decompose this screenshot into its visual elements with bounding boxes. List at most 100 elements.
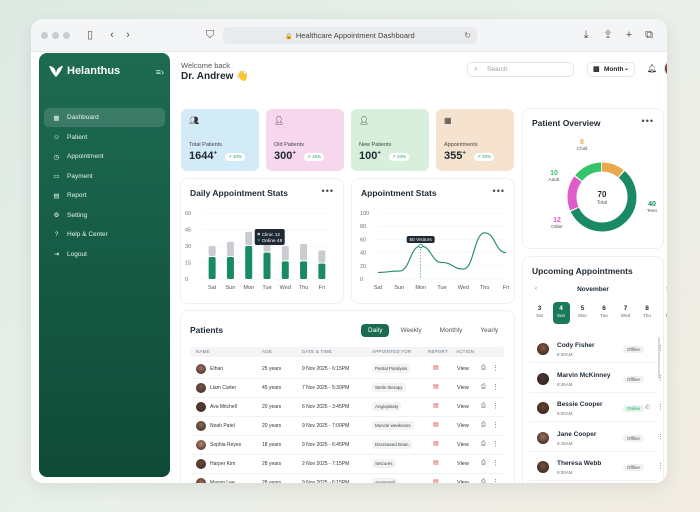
sidebar-item-payment[interactable]: ▭ Payment: [44, 167, 165, 186]
calendar-day[interactable]: 5 Mon: [574, 302, 591, 324]
sidebar-item-report[interactable]: ▤ Report: [44, 186, 165, 205]
bar-online[interactable]: [245, 246, 253, 279]
more-vertical-icon[interactable]: ⋮: [492, 402, 499, 410]
calendar-day[interactable]: 8 Thu: [639, 302, 656, 324]
tabs-icon[interactable]: ⧉: [642, 28, 656, 42]
more-vertical-icon[interactable]: ⋮: [657, 433, 664, 441]
appointment-item[interactable]: Bessie Cooper 9:00AM Online ✆ ⋮: [529, 394, 664, 422]
bar-online[interactable]: [226, 257, 234, 279]
period-dropdown[interactable]: ▦ Month ⌄: [587, 62, 635, 77]
view-button[interactable]: View: [457, 366, 469, 372]
pdf-report-icon[interactable]: ▤: [433, 421, 439, 428]
more-vertical-icon[interactable]: ⋮: [492, 421, 499, 429]
collapse-menu-icon[interactable]: ≡›: [156, 67, 164, 77]
calendar-day[interactable]: 3 Sat: [531, 302, 548, 324]
print-icon[interactable]: ⎙: [481, 479, 486, 483]
more-vertical-icon[interactable]: ⋮: [657, 344, 664, 352]
view-button[interactable]: View: [457, 385, 469, 391]
print-icon[interactable]: ⎙: [481, 441, 486, 448]
sidebar-item-patient[interactable]: ☺ Patient: [44, 128, 165, 147]
stat-card-new-patients[interactable]: 👤︎ New Patients 100+ ↗ 24%: [351, 109, 429, 171]
table-row[interactable]: Ethan 25 years 9 Nov 2025 - 6:15PM Partial …: [190, 360, 504, 379]
window-minimize-dot[interactable]: [52, 32, 59, 39]
stat-card-appointments[interactable]: ▦ Appointments 355+ ↗ 10%: [436, 109, 514, 171]
tab-daily[interactable]: Daily: [361, 324, 390, 337]
print-icon[interactable]: ⎙: [481, 365, 486, 372]
bar-clinic[interactable]: [318, 250, 326, 263]
pdf-report-icon[interactable]: ▤: [433, 383, 439, 390]
table-row[interactable]: Harper Kim 28 years 2 Nov 2025 - 7:15PM Sei…: [190, 455, 504, 474]
view-button[interactable]: View: [457, 480, 469, 483]
more-vertical-icon[interactable]: ⋮: [492, 478, 499, 483]
bar-clinic[interactable]: [226, 241, 234, 256]
sidebar-item-dashboard[interactable]: ▦ Dashboard: [44, 108, 165, 127]
highlight-point[interactable]: [418, 243, 423, 249]
table-row[interactable]: Liam Carter 45 years 7 Nov 2025 - 5:30PM St…: [190, 379, 504, 398]
share-icon[interactable]: ⇪: [601, 28, 615, 42]
shield-icon[interactable]: ⛉: [203, 28, 217, 42]
more-vertical-icon[interactable]: ⋮: [492, 459, 499, 467]
more-vertical-icon[interactable]: ⋮: [657, 374, 664, 382]
view-button[interactable]: View: [457, 442, 469, 448]
sidebar-item-help-center[interactable]: ? Help & Center: [44, 225, 165, 244]
bar-clinic[interactable]: [208, 246, 216, 256]
phone-icon[interactable]: ✆: [645, 404, 650, 411]
forward-icon[interactable]: ›: [121, 28, 135, 42]
view-button[interactable]: View: [457, 423, 469, 429]
calendar-day[interactable]: 7 Wed: [617, 302, 634, 324]
table-row[interactable]: Sophia Reyes 18 years 9 Nov 2025 - 6:45PM D…: [190, 436, 504, 455]
pdf-report-icon[interactable]: ▤: [433, 402, 439, 409]
bar-online[interactable]: [208, 257, 216, 279]
more-vertical-icon[interactable]: ⋮: [492, 364, 499, 372]
bar-clinic[interactable]: [281, 246, 289, 261]
window-close-dot[interactable]: [41, 32, 48, 39]
tab-yearly[interactable]: Yearly: [473, 324, 505, 337]
bar-online[interactable]: [300, 261, 308, 279]
tab-monthly[interactable]: Monthly: [433, 324, 470, 337]
pdf-report-icon[interactable]: ▤: [433, 459, 439, 466]
more-vertical-icon[interactable]: ⋮: [492, 383, 499, 391]
sidebar-item-setting[interactable]: ⚙ Setting: [44, 206, 165, 225]
bar-clinic[interactable]: [245, 231, 253, 245]
window-maximize-dot[interactable]: [63, 32, 70, 39]
appointment-item[interactable]: Cody Fisher 8:30AM Offline ⋮: [529, 335, 664, 363]
bar-online[interactable]: [318, 263, 326, 279]
print-icon[interactable]: ⎙: [481, 403, 486, 410]
tab-weekly[interactable]: Weekly: [393, 324, 428, 337]
more-vertical-icon[interactable]: ⋮: [657, 462, 664, 470]
calendar-day[interactable]: 4 Sun: [552, 302, 570, 324]
print-icon[interactable]: ⎙: [481, 460, 486, 467]
sidebar-toggle-icon[interactable]: ▯: [83, 28, 97, 42]
print-icon[interactable]: ⎙: [481, 422, 486, 429]
back-icon[interactable]: ‹: [105, 28, 119, 42]
table-row[interactable]: Mason Lee 28 years 9 Nov 2025 - 6:15PM Anos…: [190, 474, 504, 483]
sidebar-item-logout[interactable]: ⇥ Logout: [44, 245, 165, 264]
sidebar-item-appointment[interactable]: ◷ Appointment: [44, 147, 165, 166]
new-tab-icon[interactable]: +: [622, 28, 636, 42]
bar-clinic[interactable]: [300, 243, 308, 261]
stat-card-old-patients[interactable]: 👤︎ Old Patients 300+ ↗ 15%: [266, 109, 344, 171]
table-row[interactable]: Ava Mitchell 20 years 6 Nov 2025 - 3:45PM A…: [190, 398, 504, 417]
bell-icon[interactable]: 🔔︎: [647, 64, 657, 73]
view-button[interactable]: View: [457, 404, 469, 410]
more-vertical-icon[interactable]: ⋮: [492, 440, 499, 448]
appointment-item[interactable]: Jane Cooper 9:15AM Offline ⋮: [529, 424, 664, 452]
reload-icon[interactable]: ↻: [464, 27, 471, 44]
brand-logo[interactable]: Helanthus: [48, 64, 120, 78]
bar-online[interactable]: [281, 261, 289, 279]
search-input[interactable]: ⌕ Search: [467, 62, 574, 77]
print-icon[interactable]: ⎙: [481, 384, 486, 391]
more-vertical-icon[interactable]: ⋮: [657, 403, 664, 411]
view-button[interactable]: View: [457, 461, 469, 467]
stat-card-total-patients[interactable]: 👥︎ Total Patients 1644+ ↗ 10%: [181, 109, 259, 171]
next-month-icon[interactable]: ›: [666, 286, 667, 292]
appointment-item[interactable]: Guy HawkinsOnline⋮: [529, 483, 657, 484]
pdf-report-icon[interactable]: ▤: [433, 364, 439, 371]
appointment-item[interactable]: Theresa Webb 9:30AM Offline ⋮: [529, 453, 664, 481]
download-icon[interactable]: ⤓: [579, 28, 593, 42]
calendar-day[interactable]: 9Fri: [660, 302, 667, 324]
calendar-day[interactable]: 6 Tue: [596, 302, 613, 324]
bar-online[interactable]: [263, 252, 271, 279]
pdf-report-icon[interactable]: ▤: [433, 440, 439, 447]
pdf-report-icon[interactable]: ▤: [433, 478, 439, 483]
